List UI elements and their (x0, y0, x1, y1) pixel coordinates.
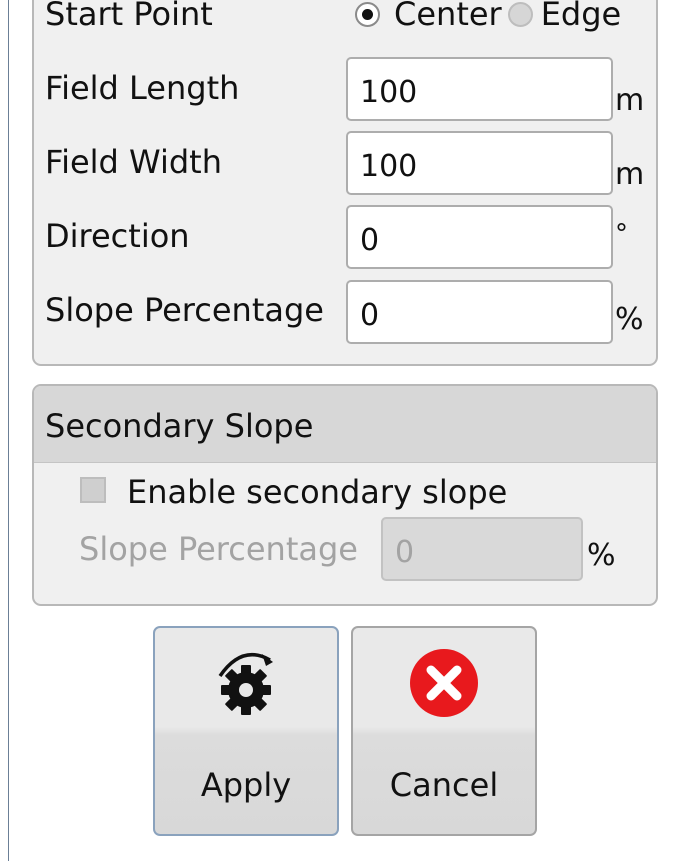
field-width-unit: m (615, 157, 645, 192)
field-length-unit: m (615, 83, 645, 118)
cancel-button[interactable]: Cancel (351, 626, 537, 836)
secondary-slope-header: Secondary Slope (34, 386, 656, 463)
window-left-border (8, 0, 9, 861)
cancel-button-label: Cancel (389, 766, 499, 804)
radio-edge[interactable] (507, 1, 533, 27)
slope-percentage-input[interactable] (346, 280, 613, 344)
apply-button[interactable]: Apply (153, 626, 339, 836)
radio-center-label[interactable]: Center (394, 0, 502, 33)
field-width-label: Field Width (45, 143, 222, 181)
start-point-label: Start Point (45, 0, 213, 33)
direction-unit: ° (615, 219, 628, 249)
secondary-slope-title: Secondary Slope (45, 407, 314, 445)
start-point-radio-group: Center Edge (355, 0, 621, 34)
enable-secondary-slope-checkbox[interactable] (80, 477, 106, 503)
slope-percentage-unit: % (615, 302, 644, 337)
field-length-input[interactable] (346, 57, 613, 121)
direction-label: Direction (45, 217, 190, 255)
secondary-slope-percentage-label: Slope Percentage (79, 530, 358, 568)
slope-percentage-label: Slope Percentage (45, 291, 324, 329)
field-length-label: Field Length (45, 69, 240, 107)
enable-secondary-slope-label[interactable]: Enable secondary slope (127, 472, 507, 512)
apply-button-label: Apply (200, 766, 292, 804)
radio-edge-label[interactable]: Edge (541, 0, 622, 33)
direction-input[interactable] (346, 205, 613, 269)
secondary-slope-percentage-input (381, 517, 583, 581)
field-width-input[interactable] (346, 131, 613, 195)
red-x-circle-icon (409, 648, 479, 722)
radio-center[interactable] (355, 1, 380, 27)
secondary-slope-percentage-unit: % (587, 538, 616, 573)
gear-rotate-icon (206, 642, 286, 726)
